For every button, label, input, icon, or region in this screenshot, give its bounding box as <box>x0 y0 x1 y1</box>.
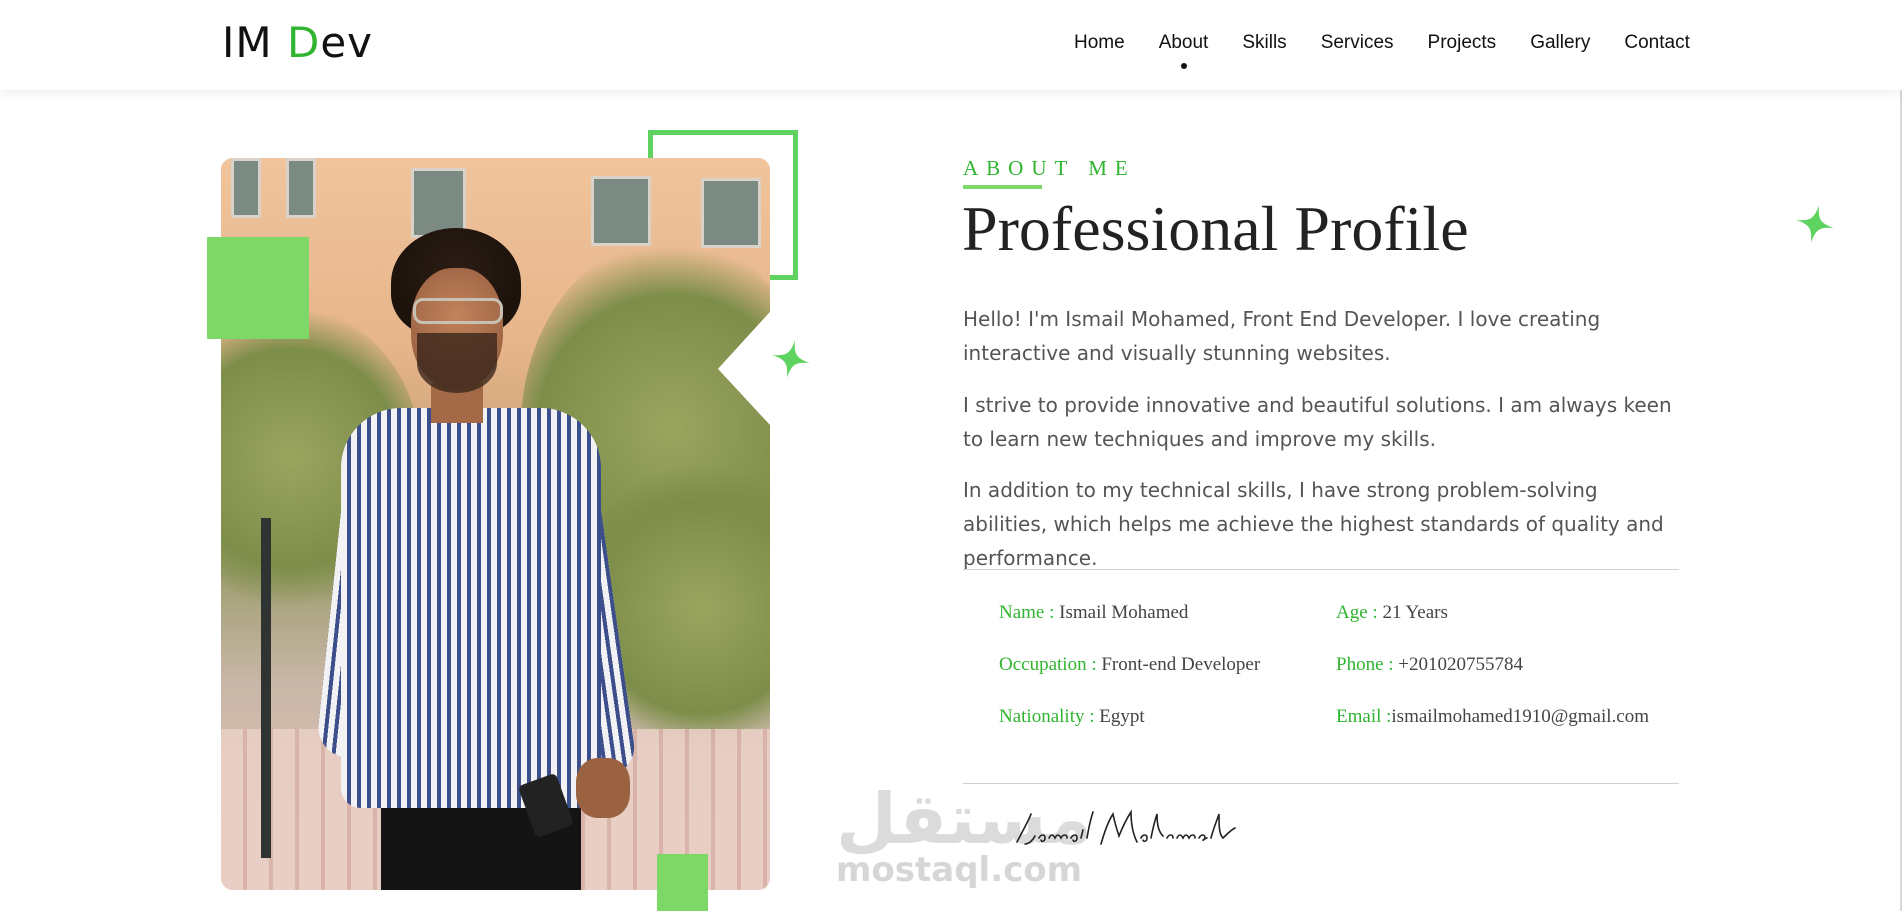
nav-gallery[interactable]: Gallery <box>1513 32 1607 54</box>
person-glasses <box>413 298 503 324</box>
info-email: Email :ismailmohamed1910@gmail.com <box>1336 706 1649 728</box>
decorative-frame-outline-stub <box>648 130 653 160</box>
info-occupation: Occupation : Front-end Developer <box>999 654 1260 676</box>
nav-skills[interactable]: Skills <box>1225 32 1303 54</box>
nav-about[interactable]: About <box>1142 32 1226 54</box>
signature-image <box>1016 809 1236 845</box>
decorative-green-square-bottom <box>657 854 708 911</box>
info-label: Age : <box>1336 602 1378 623</box>
about-paragraph-3: In addition to my technical skills, I ha… <box>963 478 1664 570</box>
decorative-green-square <box>207 237 309 339</box>
about-paragraph-2: I strive to provide innovative and beaut… <box>963 393 1672 451</box>
info-nationality: Nationality : Egypt <box>999 706 1145 728</box>
about-paragraph-1: Hello! I'm Ismail Mohamed, Front End Dev… <box>963 307 1601 365</box>
info-value: ismailmohamed1910@gmail.com <box>1391 706 1650 727</box>
nav-contact[interactable]: Contact <box>1607 32 1706 54</box>
logo-accent-letter: D <box>286 18 321 67</box>
site-logo[interactable]: IM Dev <box>222 18 373 67</box>
person-striped-shirt <box>341 408 601 808</box>
info-label: Nationality : <box>999 706 1095 727</box>
info-phone: Phone : +201020755784 <box>1336 654 1523 676</box>
info-value: Ismail Mohamed <box>1054 602 1189 623</box>
info-label: Occupation : <box>999 654 1097 675</box>
site-header: IM Dev Home About Skills Services Projec… <box>0 0 1902 90</box>
sparkle-icon <box>1796 205 1834 243</box>
info-name: Name : Ismail Mohamed <box>999 602 1188 624</box>
nav-projects[interactable]: Projects <box>1411 32 1514 54</box>
info-label: Name : <box>999 602 1055 623</box>
main-nav: Home About Skills Services Projects Gall… <box>1057 32 1707 54</box>
sparkle-icon <box>772 340 810 378</box>
logo-suffix: ev <box>320 18 374 67</box>
info-label: Email : <box>1336 706 1392 727</box>
divider <box>963 569 1679 570</box>
info-age: Age : 21 Years <box>1336 602 1448 624</box>
nav-services[interactable]: Services <box>1304 32 1411 54</box>
eyebrow-underline <box>963 185 1042 189</box>
person-hand <box>576 758 630 818</box>
info-label: Phone : <box>1336 654 1394 675</box>
info-value: Egypt <box>1094 706 1145 727</box>
nav-home[interactable]: Home <box>1057 32 1142 54</box>
section-eyebrow: ABOUT ME <box>963 156 1136 180</box>
section-title: Professional Profile <box>962 193 1469 264</box>
info-value: 21 Years <box>1377 602 1448 623</box>
logo-prefix: IM <box>222 18 287 67</box>
person-beard <box>417 333 497 393</box>
info-value: Front-end Developer <box>1096 654 1261 675</box>
info-value: +201020755784 <box>1393 654 1523 675</box>
